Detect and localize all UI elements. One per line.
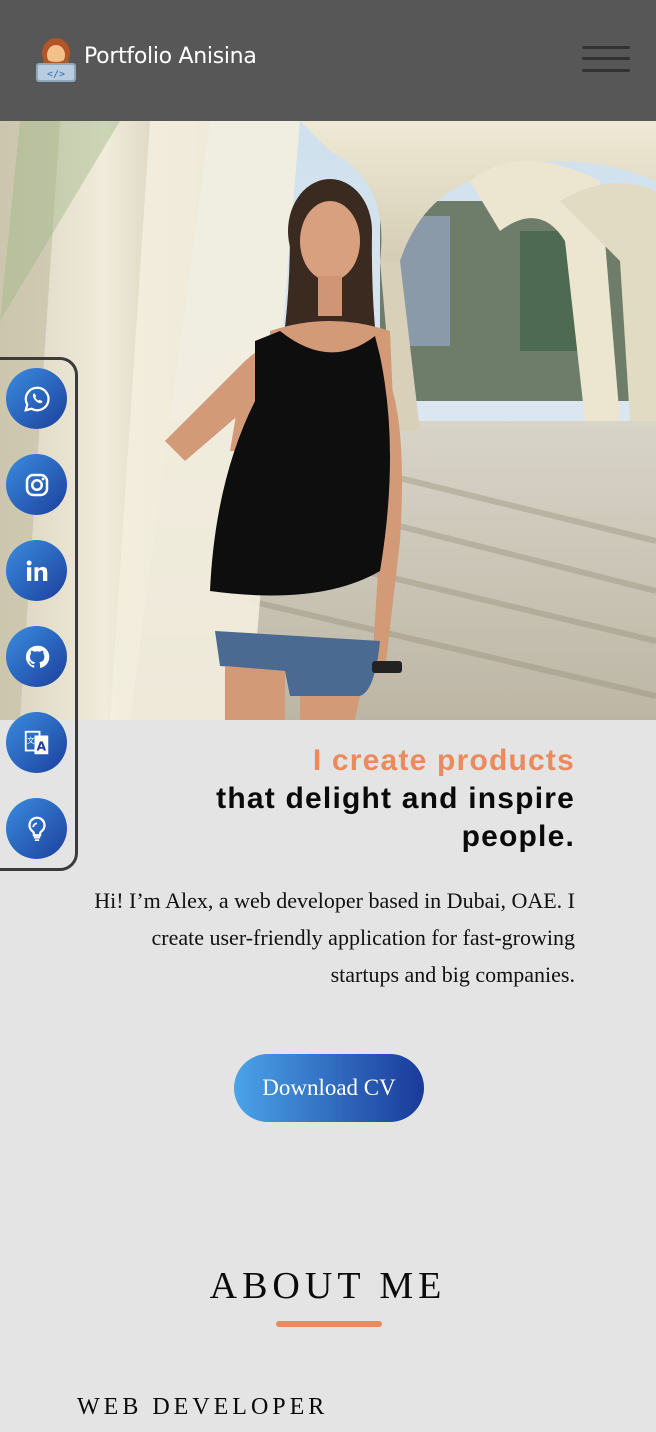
svg-text:文: 文 [27,735,35,745]
title-underline [276,1321,382,1327]
social-links-panel: A文 [0,357,78,871]
translate-icon[interactable]: A文 [6,712,67,773]
intro-paragraph: Hi! I’m Alex, a web developer based in D… [94,888,575,987]
instagram-icon[interactable] [6,454,67,515]
whatsapp-icon[interactable] [6,368,67,429]
headline-line-3: people. [461,820,575,853]
headline-line-2: that delight and inspire [216,782,575,815]
lightbulb-icon[interactable] [6,798,67,859]
hero-photo [0,121,656,720]
developer-avatar-icon[interactable]: </> [34,36,78,84]
headline-accent: I create products [312,744,575,777]
about-section-title: ABOUT ME [209,1265,447,1307]
site-header: </> Portfolio Anisina [0,0,656,121]
github-icon[interactable] [6,626,67,687]
about-subtitle: WEB DEVELOPER [77,1394,329,1420]
hero-headline: I create products that delight and inspi… [216,742,575,856]
download-cv-button[interactable]: Download CV [234,1054,424,1122]
svg-text:A: A [36,738,46,753]
hamburger-menu-icon[interactable] [582,44,630,76]
site-brand[interactable]: Portfolio Anisina [84,44,257,69]
linkedin-icon[interactable] [6,540,67,601]
svg-text:</>: </> [47,69,65,80]
